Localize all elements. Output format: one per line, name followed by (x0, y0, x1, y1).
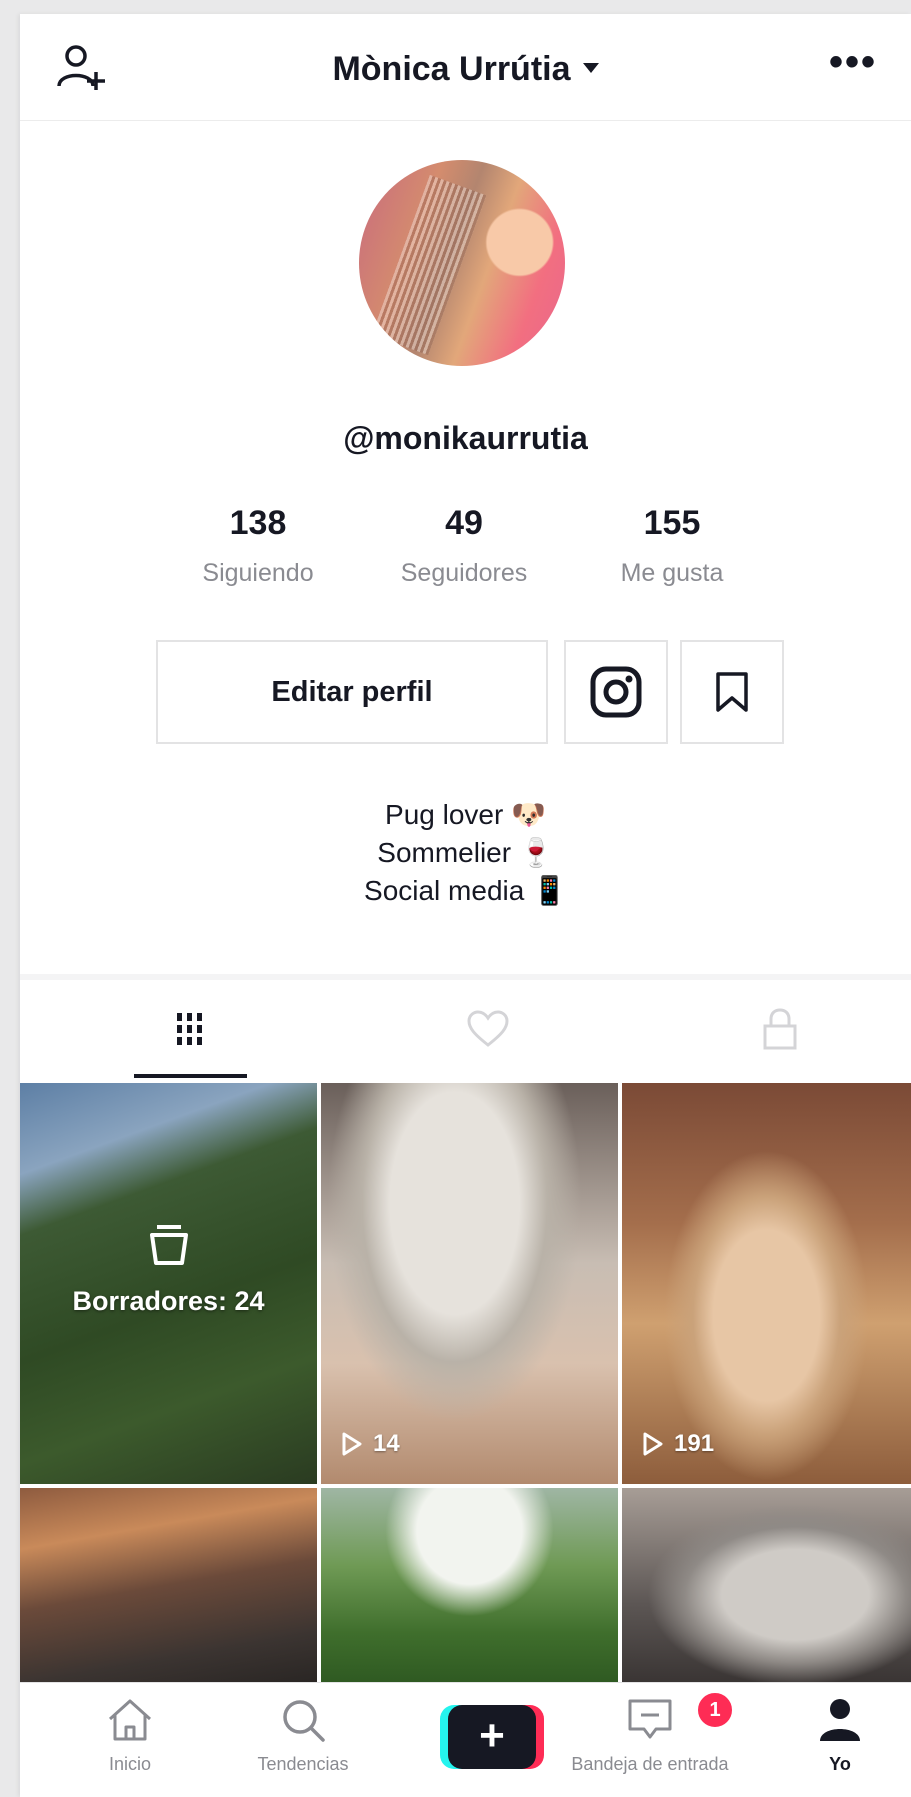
home-icon (108, 1699, 152, 1741)
drafts-overlay: Borradores: 24 (20, 1223, 317, 1317)
account-switcher[interactable]: Mònica Urrútia (20, 50, 911, 89)
lock-icon (763, 1008, 797, 1050)
stat-likes-value: 155 (643, 504, 701, 542)
video-tile[interactable]: 14 (321, 1083, 618, 1484)
edit-profile-button[interactable]: Editar perfil (156, 640, 548, 744)
caret-down-icon (582, 63, 599, 74)
nav-discover[interactable]: Tendencias (228, 1697, 378, 1775)
view-count-value: 191 (674, 1430, 715, 1457)
play-icon (643, 1432, 663, 1456)
instagram-button[interactable] (564, 640, 668, 744)
play-icon (342, 1432, 362, 1456)
view-count: 191 (642, 1430, 714, 1458)
video-tile[interactable] (20, 1488, 317, 1682)
avatar[interactable] (359, 160, 565, 366)
stat-following-value: 138 (229, 504, 287, 542)
tab-videos[interactable] (140, 994, 240, 1064)
nav-home[interactable]: Inicio (80, 1697, 180, 1775)
nav-home-label: Inicio (108, 1754, 152, 1774)
heart-icon (467, 1010, 509, 1047)
stat-likes[interactable]: 155 Me gusta (572, 504, 772, 588)
stat-following[interactable]: 138 Siguiendo (158, 504, 358, 588)
person-icon (820, 1699, 860, 1741)
view-count-value: 14 (373, 1430, 400, 1457)
plus-icon: + (479, 1711, 505, 1760)
bookmark-icon (716, 672, 748, 712)
bio-line: Social media 📱 (364, 875, 567, 906)
drafts-tile[interactable]: Borradores: 24 (20, 1083, 317, 1484)
create-button[interactable]: + (440, 1705, 544, 1769)
tab-private[interactable] (730, 994, 830, 1064)
bottom-nav: Inicio Tendencias + Bandeja de entrada 1 (20, 1682, 911, 1797)
video-tile[interactable]: 191 (622, 1083, 911, 1484)
instagram-icon (590, 666, 642, 718)
favorites-button[interactable] (680, 640, 784, 744)
profile-screen: Mònica Urrútia ••• @monikaurrutia 138 Si… (20, 14, 911, 1797)
nav-inbox-label: Bandeja de entrada (571, 1754, 729, 1774)
stat-followers-label: Seguidores (400, 559, 528, 587)
video-tile[interactable] (622, 1488, 911, 1682)
page-title: Mònica Urrútia (332, 50, 571, 88)
nav-discover-label: Tendencias (257, 1754, 349, 1774)
nav-me[interactable]: Yo (810, 1697, 870, 1775)
stat-followers[interactable]: 49 Seguidores (364, 504, 564, 588)
trash-icon (149, 1225, 188, 1265)
inbox-icon (628, 1699, 672, 1739)
avatar-photo-detail (371, 174, 487, 356)
search-icon (283, 1700, 325, 1742)
nav-me-label: Yo (829, 1754, 851, 1774)
tab-liked[interactable] (438, 994, 538, 1064)
drafts-count-label: Borradores: 24 (72, 1286, 265, 1316)
stat-likes-label: Me gusta (620, 559, 724, 587)
top-bar: Mònica Urrútia ••• (20, 14, 911, 121)
more-options-icon[interactable]: ••• (829, 42, 877, 82)
stat-following-label: Siguiendo (202, 559, 314, 587)
bio: Pug lover 🐶 Sommelier 🍷 Social media 📱 (20, 796, 911, 910)
video-tile[interactable] (321, 1488, 618, 1682)
bio-line: Pug lover 🐶 (385, 799, 546, 830)
active-tab-indicator (134, 1074, 247, 1078)
grid-icon (177, 1013, 202, 1045)
section-divider (20, 974, 911, 980)
bio-line: Sommelier 🍷 (377, 837, 554, 868)
view-count: 14 (341, 1430, 400, 1458)
username: @monikaurrutia (343, 420, 588, 456)
stat-followers-value: 49 (445, 504, 483, 542)
notification-badge: 1 (696, 1691, 734, 1729)
